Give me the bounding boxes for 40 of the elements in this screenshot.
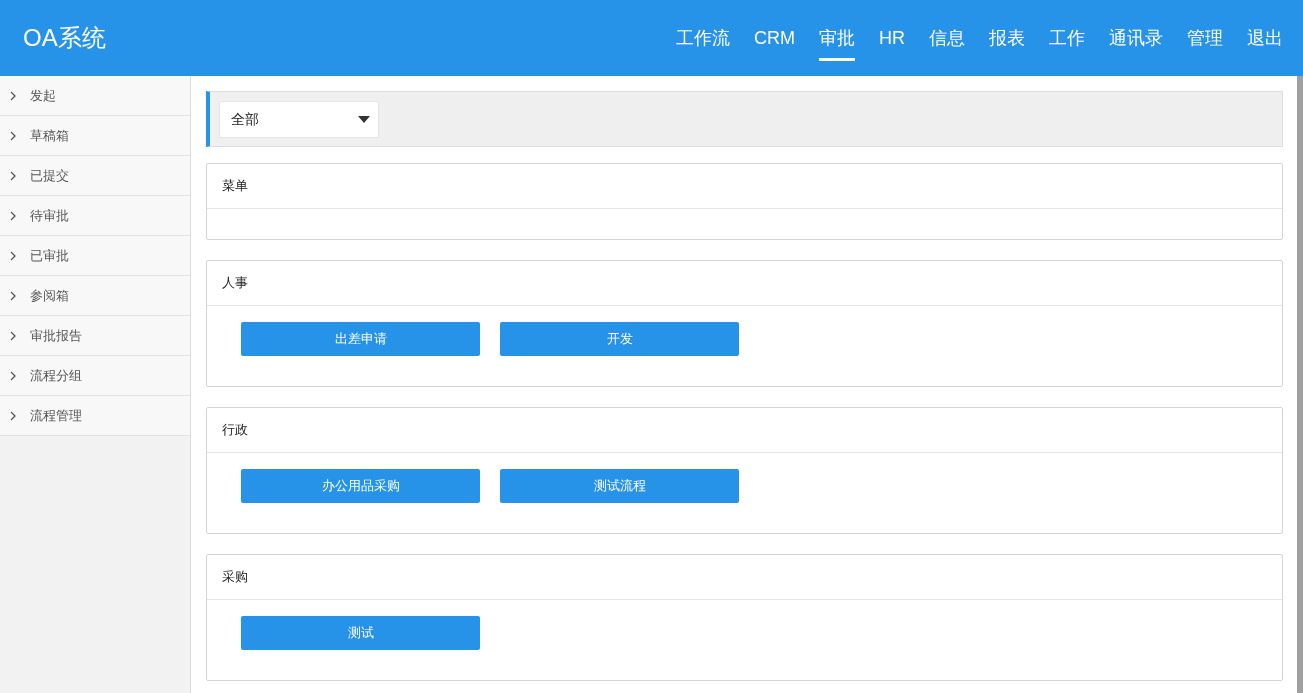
group-title: 人事 — [207, 261, 1282, 306]
nav-tab[interactable]: 退出 — [1247, 24, 1283, 61]
chevron-right-icon — [8, 410, 18, 421]
workflow-button[interactable]: 测试 — [241, 616, 480, 650]
workflow-button[interactable]: 出差申请 — [241, 322, 480, 356]
chevron-right-icon — [8, 130, 18, 141]
nav-tab[interactable]: 审批 — [819, 24, 855, 61]
dropdown-caret-icon — [358, 115, 370, 123]
nav-tab[interactable]: HR — [879, 24, 905, 61]
nav-tab[interactable]: 通讯录 — [1109, 24, 1163, 61]
sidebar-item[interactable]: 流程分组 — [0, 356, 190, 396]
sidebar-item[interactable]: 参阅箱 — [0, 276, 190, 316]
group-title: 行政 — [207, 408, 1282, 453]
nav-tab[interactable]: 报表 — [989, 24, 1025, 61]
workflow-button[interactable]: 测试流程 — [500, 469, 739, 503]
nav-tab[interactable]: CRM — [754, 24, 795, 61]
chevron-right-icon — [8, 250, 18, 261]
nav-tab[interactable]: 工作流 — [676, 24, 730, 61]
chevron-right-icon — [8, 290, 18, 301]
workflow-button[interactable]: 开发 — [500, 322, 739, 356]
sidebar-item[interactable]: 流程管理 — [0, 396, 190, 436]
group-title: 采购 — [207, 555, 1282, 600]
sidebar-item[interactable]: 审批报告 — [0, 316, 190, 356]
sidebar-item[interactable]: 已审批 — [0, 236, 190, 276]
nav-tab[interactable]: 信息 — [929, 24, 965, 61]
chevron-right-icon — [8, 90, 18, 101]
chevron-right-icon — [8, 210, 18, 221]
nav-tab[interactable]: 工作 — [1049, 24, 1085, 61]
sidebar-item[interactable]: 草稿箱 — [0, 116, 190, 156]
chevron-right-icon — [8, 170, 18, 181]
sidebar-item[interactable]: 已提交 — [0, 156, 190, 196]
group-title: 菜单 — [207, 164, 1282, 209]
sidebar-item[interactable]: 待审批 — [0, 196, 190, 236]
sidebar-item[interactable]: 发起 — [0, 76, 190, 116]
chevron-right-icon — [8, 330, 18, 341]
nav-tab[interactable]: 管理 — [1187, 24, 1223, 61]
app-title: OA系统 — [22, 23, 106, 53]
chevron-right-icon — [8, 370, 18, 381]
workflow-button[interactable]: 办公用品采购 — [241, 469, 480, 503]
category-select[interactable]: 全部 — [219, 100, 379, 138]
